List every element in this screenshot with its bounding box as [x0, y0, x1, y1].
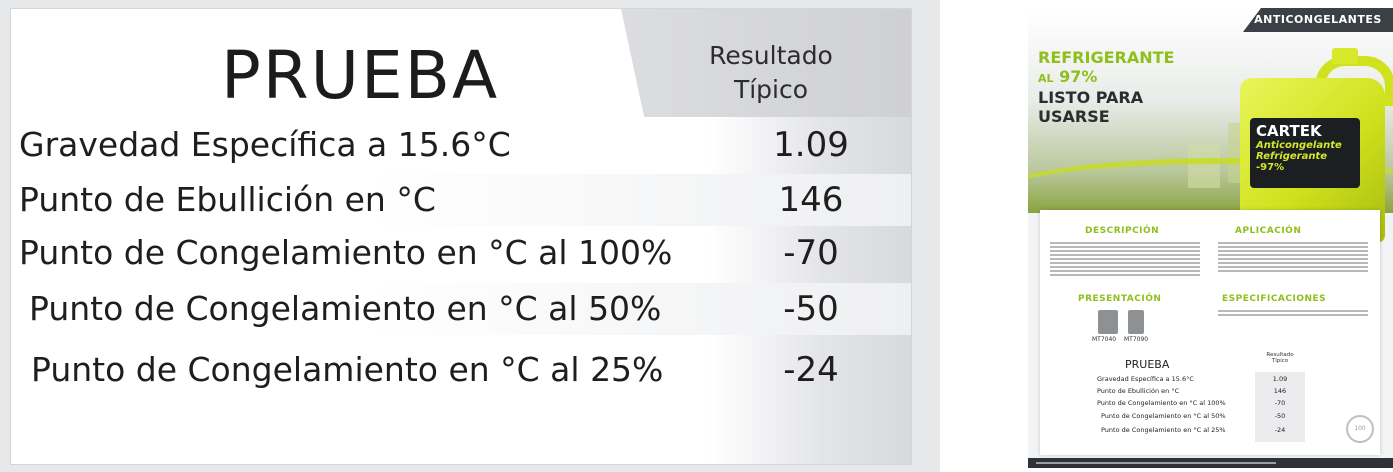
table-row: Gravedad Específica a 15.6°C 1.09: [11, 119, 911, 171]
quality-seal-icon: 100: [1346, 415, 1374, 443]
headline-line-1: REFRIGERANTE: [1038, 48, 1175, 67]
row-label: Punto de Congelamiento en °C al 50%: [29, 289, 662, 328]
row-value: -50: [1274, 412, 1286, 420]
row-value: -70: [783, 233, 839, 273]
table-row: Punto de Ebullición en °C 146: [1095, 386, 1305, 397]
specifications-heading: ESPECIFICACIONES: [1222, 294, 1327, 304]
table-row: Punto de Congelamiento en °C al 50% -50: [1095, 411, 1305, 422]
row-label: Gravedad Específica a 15.6°C: [1097, 375, 1194, 383]
row-value: -24: [783, 350, 839, 390]
package-icon: [1128, 310, 1144, 334]
result-header-line-2: Típico: [733, 75, 809, 104]
row-value: 1.09: [1272, 375, 1288, 383]
row-value: -24: [1274, 426, 1286, 434]
headline: REFRIGERANTE AL 97% LISTO PARA USARSE: [1038, 48, 1174, 126]
row-label: Punto de Congelamiento en °C al 25%: [1101, 426, 1226, 434]
row-label: Punto de Congelamiento en °C al 50%: [1101, 412, 1226, 420]
row-value: -70: [1274, 399, 1286, 407]
description-text: [1050, 240, 1200, 278]
specifications-text: [1218, 308, 1368, 318]
row-label: Punto de Congelamiento en °C al 100%: [19, 233, 673, 272]
row-label: Punto de Ebullición en °C: [19, 180, 436, 219]
mini-results-table: PRUEBA Resultado Típico Gravedad Específ…: [1095, 352, 1305, 442]
headline-line-4: USARSE: [1038, 107, 1110, 126]
package-code: MT7040: [1092, 336, 1117, 343]
table-row: Punto de Congelamiento en °C al 25% -24: [1095, 425, 1305, 436]
row-value: 146: [1273, 387, 1287, 395]
mini-header-line-2: Típico: [1271, 358, 1289, 364]
headline-line-2: AL 97%: [1038, 67, 1174, 88]
mini-result-header: Resultado Típico: [1255, 352, 1305, 364]
product-sheet: ANTICONGELANTES REFRIGERANTE AL 97% LIST…: [1028, 8, 1393, 468]
headline-pct: 97%: [1059, 67, 1098, 86]
table-row: Punto de Congelamiento en °C al 50% -50: [11, 283, 911, 335]
row-value: -50: [783, 289, 839, 329]
result-header-line-1: Resultado: [709, 41, 833, 70]
product-name-2: Refrigerante: [1256, 151, 1327, 162]
category-tab: ANTICONGELANTES: [1243, 8, 1393, 32]
row-label: Punto de Congelamiento en °C al 25%: [31, 350, 664, 389]
results-table: PRUEBA Resultado Típico Gravedad Específ…: [10, 8, 912, 465]
application-text: [1218, 240, 1368, 274]
product-percent: -97%: [1256, 162, 1285, 173]
row-label: Gravedad Específica a 15.6°C: [19, 125, 511, 164]
presentation-heading: PRESENTACIÓN: [1078, 294, 1162, 304]
table-row: Gravedad Específica a 15.6°C 1.09: [1095, 374, 1305, 385]
table-title: PRUEBA: [221, 37, 500, 114]
application-heading: APLICACIÓN: [1235, 226, 1302, 236]
brand-logo: CARTEK: [1256, 122, 1322, 140]
table-row: Punto de Ebullición en °C 146: [11, 174, 911, 226]
jug-cap: [1332, 48, 1358, 64]
footer-fineprint: [1036, 462, 1276, 464]
headline-line-3: LISTO PARA: [1038, 88, 1144, 107]
result-column-header: Resultado Típico: [701, 39, 841, 107]
info-card: DESCRIPCIÓN APLICACIÓN PRESENTACIÓN ESPE…: [1040, 210, 1380, 455]
table-header: PRUEBA Resultado Típico: [11, 9, 911, 117]
package-code: MT7090: [1124, 336, 1149, 343]
jug-label: CARTEK Anticongelante Refrigerante -97%: [1250, 118, 1360, 188]
row-value: 1.09: [773, 125, 849, 165]
description-heading: DESCRIPCIÓN: [1085, 226, 1160, 236]
table-row: Punto de Congelamiento en °C al 25% -24: [11, 344, 911, 396]
package-icon: [1098, 310, 1118, 334]
row-label: Punto de Ebullición en °C: [1097, 387, 1180, 395]
table-row: Punto de Congelamiento en °C al 100% -70: [11, 227, 911, 279]
product-name-1: Anticongelante: [1256, 140, 1342, 151]
row-value: 146: [778, 180, 844, 220]
sheet-footer: [1028, 458, 1393, 468]
table-row: Punto de Congelamiento en °C al 100% -70: [1095, 398, 1305, 409]
mini-table-title: PRUEBA: [1125, 358, 1170, 371]
row-label: Punto de Congelamiento en °C al 100%: [1097, 399, 1226, 407]
headline-al: AL: [1038, 72, 1054, 85]
results-table-panel: PRUEBA Resultado Típico Gravedad Específ…: [0, 0, 940, 472]
